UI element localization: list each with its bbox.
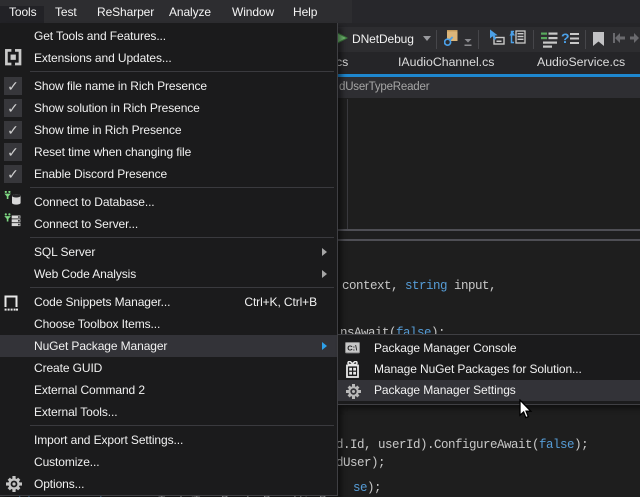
svg-text:C:\: C:\ bbox=[347, 344, 358, 353]
svg-text:?: ? bbox=[561, 30, 570, 46]
